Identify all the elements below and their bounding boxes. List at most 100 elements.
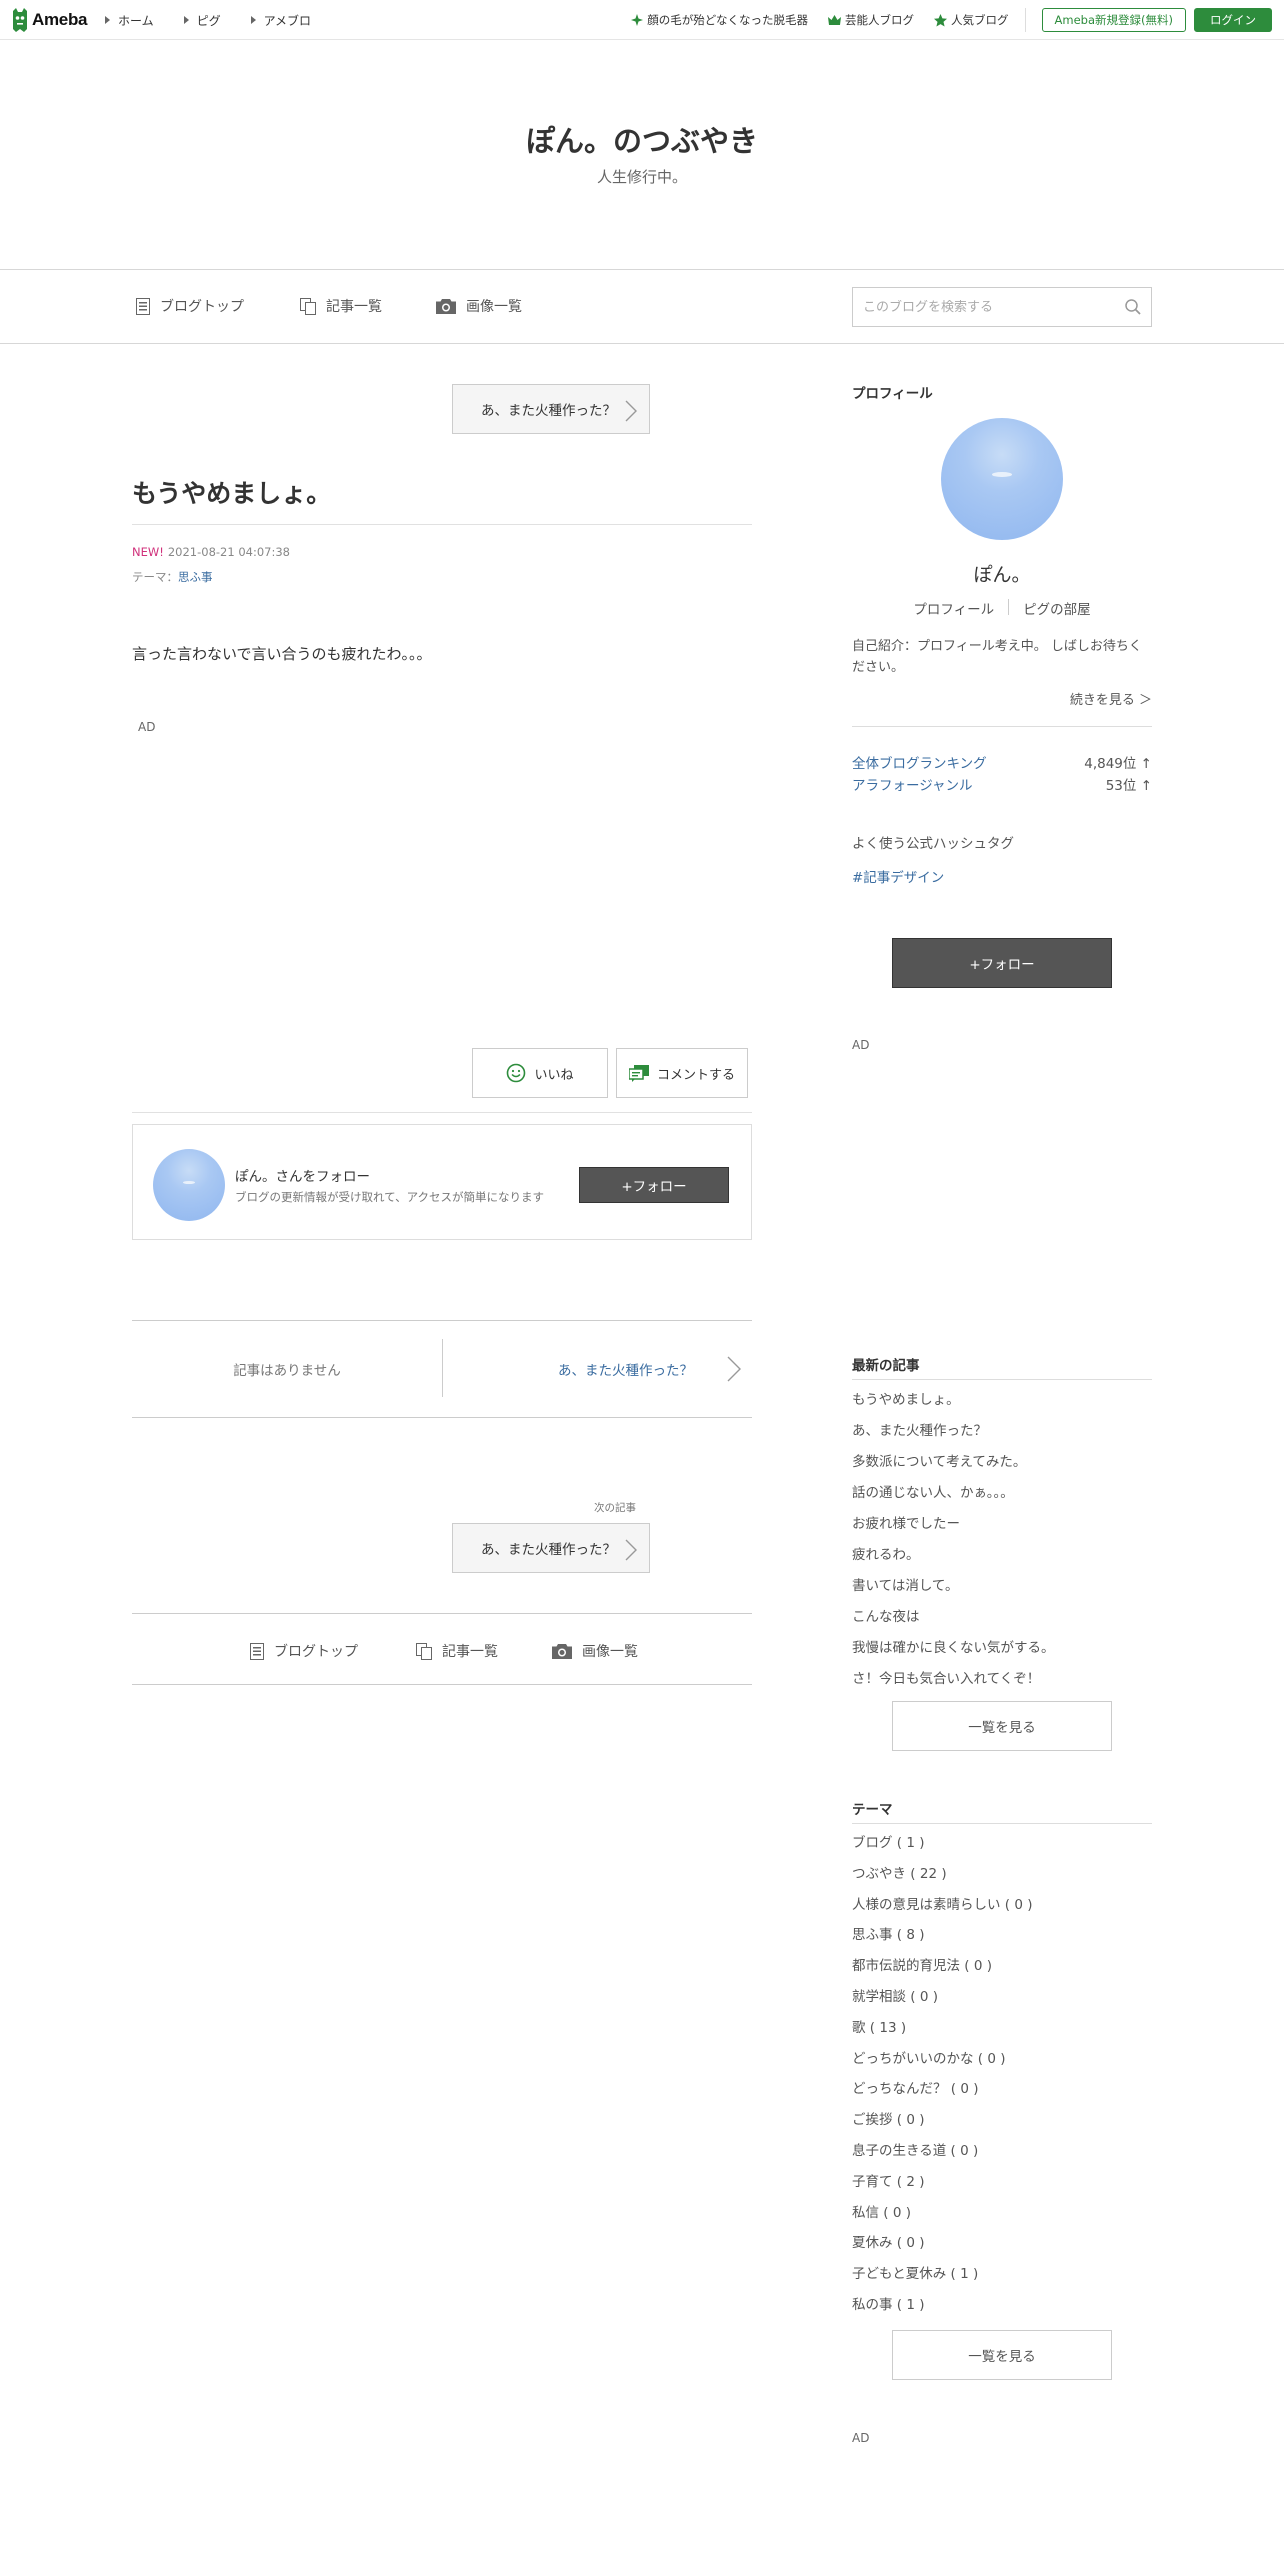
ranking-overall-value: 4,849位 ↑ (1084, 756, 1152, 772)
top-link-celebrity[interactable]: 芸能人ブログ (828, 12, 914, 28)
recent-entry-link[interactable]: こんな夜は (852, 1605, 920, 1625)
ameba-logo[interactable]: Ameba (10, 7, 87, 33)
sidebar-follow-button[interactable]: +フォロー (892, 938, 1112, 988)
plus-icon (631, 14, 644, 26)
recent-more-button[interactable]: 一覧を見る (892, 1701, 1112, 1751)
copy-icon (416, 1642, 432, 1660)
prev-entry-button[interactable]: あ、また火種作った？ (452, 384, 650, 434)
top-bar: Ameba ホーム ピグ アメブロ 顔の毛が殆どなくなった脱毛器 芸能人ブログ … (0, 0, 1284, 40)
profile-link[interactable]: プロフィール (913, 598, 994, 618)
top-link-popular[interactable]: 人気ブログ (934, 12, 1009, 28)
profile-more-link[interactable]: 続きを見る ＞ (1070, 689, 1152, 708)
theme-link[interactable]: 歌 ( 13 ) (852, 2016, 906, 2036)
avatar[interactable] (153, 1149, 225, 1221)
top-nav-home[interactable]: ホーム (105, 12, 154, 29)
top-right: 顔の毛が殆どなくなった脱毛器 芸能人ブログ 人気ブログ Ameba新規登録(無料… (611, 0, 1272, 40)
nav-blog-top[interactable]: ブログトップ (136, 296, 244, 316)
caret-right-icon (105, 16, 110, 24)
pigg-room-link[interactable]: ピグの部屋 (1023, 598, 1091, 618)
bottom-nav-blog-top[interactable]: ブログトップ (250, 1641, 358, 1661)
hashtag-heading: よく使う公式ハッシュタグ (852, 836, 1014, 852)
theme-link[interactable]: どっちがいいのかな ( 0 ) (852, 2047, 1006, 2067)
follow-button[interactable]: +フォロー (579, 1167, 729, 1203)
theme-link[interactable]: 都市伝説的育児法 ( 0 ) (852, 1954, 992, 1974)
recent-heading: 最新の記事 (852, 1358, 920, 1374)
entry-pager: 記事はありません あ、また火種作った？ (132, 1320, 752, 1418)
top-link-ad[interactable]: 顔の毛が殆どなくなった脱毛器 (631, 12, 808, 28)
theme-link[interactable]: ご挨拶 ( 0 ) (852, 2108, 925, 2128)
theme-more-button[interactable]: 一覧を見る (892, 2330, 1112, 2380)
ad-label: AD (138, 720, 156, 734)
theme-link[interactable]: 就学相談 ( 0 ) (852, 1985, 938, 2005)
comment-button[interactable]: コメントする (616, 1048, 748, 1098)
star-icon (934, 13, 948, 26)
blog-title[interactable]: ぽん。のつぶやき (0, 118, 1284, 160)
recent-entry-link[interactable]: さ！今日も気合い入れてくぞ！ (852, 1667, 1040, 1687)
follow-card: ぽん。さんをフォロー ブログの更新情報が受け取れて、アクセスが簡単になります +… (132, 1124, 752, 1240)
ranking-genre-link[interactable]: アラフォージャンル (852, 774, 973, 794)
next-entry-link[interactable]: あ、また火種作った？ (558, 1359, 693, 1379)
theme-link[interactable]: 息子の生きる道 ( 0 ) (852, 2139, 978, 2159)
profile-name[interactable]: ぽん。 (852, 560, 1152, 587)
blog-search-box (852, 287, 1152, 327)
entry-body: 言った言わないで言い合うのも疲れたわ。。。 (132, 645, 432, 663)
theme-link[interactable]: つぶやき ( 22 ) (852, 1862, 947, 1882)
recent-entry-link[interactable]: 話の通じない人、かぁ。。。 (852, 1481, 1014, 1501)
theme-link[interactable]: 人様の意見は素晴らしい ( 0 ) (852, 1893, 1033, 1913)
ranking-overall: 全体ブログランキング 4,849位 ↑ (852, 752, 1152, 772)
recent-entry-link[interactable]: あ、また火種作った？ (852, 1419, 987, 1439)
recent-entry-link[interactable]: 多数派について考えてみた。 (852, 1450, 1026, 1470)
camera-icon (552, 1644, 572, 1659)
entry-datetime: 2021-08-21 04:07:38 (167, 545, 290, 559)
theme-link[interactable]: 思ふ事 ( 8 ) (852, 1923, 925, 1943)
chevron-right-icon[interactable] (727, 1356, 741, 1382)
ranking-overall-link[interactable]: 全体ブログランキング (852, 752, 987, 772)
next-entry-button[interactable]: あ、また火種作った？ (452, 1523, 650, 1573)
follow-card-name: ぽん。さんをフォロー (235, 1169, 370, 1185)
bottom-nav: ブログトップ 記事一覧 画像一覧 (132, 1613, 752, 1685)
caret-right-icon (183, 16, 189, 24)
bottom-nav-entry-list[interactable]: 記事一覧 (416, 1641, 498, 1661)
top-nav-pigg[interactable]: ピグ (183, 12, 221, 29)
blog-description: 人生修行中。 (596, 168, 687, 186)
profile-links-separator (1008, 599, 1010, 615)
top-nav-ameblo[interactable]: アメブロ (250, 12, 311, 29)
hashtag-link[interactable]: #記事デザイン (852, 866, 944, 886)
recent-entry-link[interactable]: 書いては消して。 (852, 1574, 959, 1594)
top-separator (1024, 8, 1026, 32)
theme-link[interactable]: 私信 ( 0 ) (852, 2201, 911, 2221)
blog-header: ぽん。のつぶやき 人生修行中。 (0, 40, 1284, 270)
search-icon[interactable] (1125, 299, 1141, 315)
theme-link[interactable]: 子育て ( 2 ) (852, 2170, 925, 2190)
recent-entry-link[interactable]: 疲れるわ。 (852, 1543, 920, 1563)
recent-entry-link[interactable]: お疲れ様でしたー (852, 1512, 960, 1532)
follow-card-description: ブログの更新情報が受け取れて、アクセスが簡単になります (235, 1190, 545, 1204)
entry-title: もうやめましょ。 (132, 479, 332, 508)
theme-link[interactable]: 夏休み ( 0 ) (852, 2231, 925, 2251)
nav-entry-list[interactable]: 記事一覧 (300, 296, 382, 316)
bottom-nav-image-list[interactable]: 画像一覧 (552, 1641, 638, 1661)
new-badge: NEW! (132, 545, 164, 559)
action-divider (132, 1112, 752, 1113)
theme-heading-divider (852, 1823, 1152, 1824)
profile-avatar[interactable] (941, 418, 1063, 540)
recent-entry-link[interactable]: もうやめましょ。 (852, 1388, 960, 1408)
theme-link[interactable]: ブログ ( 1 ) (852, 1831, 925, 1851)
blog-search-input[interactable] (863, 299, 1125, 315)
login-button[interactable]: ログイン (1194, 8, 1272, 32)
nav-image-list[interactable]: 画像一覧 (436, 296, 522, 316)
theme-link[interactable]: 私の事 ( 1 ) (852, 2293, 925, 2313)
theme-link[interactable]: どっちなんだ？ ( 0 ) (852, 2077, 979, 2097)
like-button[interactable]: いいね (472, 1048, 608, 1098)
no-prev-entry: 記事はありません (233, 1363, 341, 1379)
pager-divider (442, 1339, 443, 1397)
recent-entry-link[interactable]: 我慢は確かに良くない気がする。 (852, 1636, 1055, 1656)
copy-icon (300, 297, 316, 315)
entry-theme-link[interactable]: 思ふ事 (178, 570, 213, 584)
camera-icon (436, 299, 456, 314)
chevron-right-icon (625, 1539, 637, 1561)
theme-link[interactable]: 子どもと夏休み ( 1 ) (852, 2262, 978, 2282)
register-button[interactable]: Ameba新規登録(無料) (1041, 8, 1186, 32)
sidebar-ad-label-2: AD (852, 2431, 870, 2445)
ranking-genre-value: 53位 ↑ (1105, 778, 1152, 794)
